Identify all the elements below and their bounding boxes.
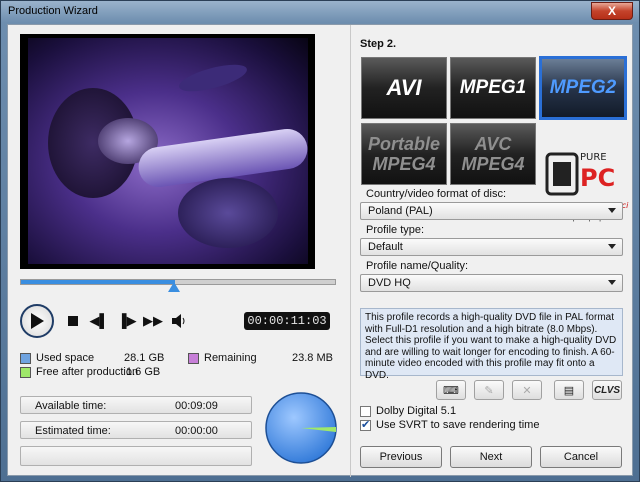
- add-profile-button[interactable]: ⌨: [436, 380, 466, 400]
- timeline-progress: [21, 280, 175, 284]
- format-avi-button[interactable]: AVI: [361, 57, 447, 119]
- close-button[interactable]: X: [591, 2, 633, 20]
- play-button[interactable]: [20, 304, 54, 338]
- svrt-checkbox[interactable]: Use SVRT to save rendering time: [360, 418, 540, 431]
- fast-forward-button[interactable]: ▶▶: [143, 312, 163, 330]
- format-portable-mpeg4-label: Portable MPEG4: [367, 134, 441, 174]
- title-bar[interactable]: Production Wizard X: [1, 1, 639, 23]
- dolby-checkbox-box[interactable]: [360, 405, 371, 417]
- video-frame: [28, 38, 310, 264]
- profile-list-button[interactable]: ▤: [554, 380, 584, 400]
- estimated-time-label: Estimated time:: [35, 425, 111, 437]
- available-time-box: Available time: 00:09:09: [20, 396, 252, 414]
- format-avi-label: AVI: [386, 75, 422, 100]
- window-title: Production Wizard: [8, 5, 98, 17]
- production-wizard-window: Production Wizard X ◀▌ ▐▶ ▶▶ 00:00:11:03: [0, 0, 640, 482]
- play-icon: [31, 313, 44, 329]
- used-space-legend: Used space: [20, 351, 94, 365]
- list-icon: ▤: [563, 384, 575, 397]
- profile-name-value: DVD HQ: [368, 277, 411, 289]
- step-back-icon: ◀▌: [89, 313, 109, 328]
- disk-usage-pie: [265, 392, 337, 464]
- cancel-button[interactable]: Cancel: [540, 446, 622, 468]
- next-button[interactable]: Next: [450, 446, 532, 468]
- available-time-value: 00:09:09: [175, 400, 218, 412]
- remaining-legend: Remaining: [188, 351, 257, 365]
- chevron-down-icon: [608, 208, 616, 213]
- format-mpeg2-label: MPEG2: [549, 77, 617, 98]
- progress-box: [20, 446, 252, 466]
- previous-frame-button[interactable]: ◀▌: [89, 312, 109, 330]
- free-space-label: Free after production: [36, 366, 139, 378]
- next-frame-button[interactable]: ▐▶: [117, 312, 137, 330]
- estimated-time-box: Estimated time: 00:00:00: [20, 421, 252, 439]
- remaining-label: Remaining: [204, 352, 257, 364]
- dolby-label: Dolby Digital 5.1: [376, 405, 457, 417]
- chevron-down-icon: [608, 244, 616, 249]
- country-label: Country/video format of disc:: [366, 188, 507, 200]
- step-title: Step 2.: [360, 38, 397, 50]
- format-avc-mpeg4-label: AVC MPEG4: [461, 134, 525, 174]
- format-mpeg1-label: MPEG1: [459, 77, 527, 98]
- format-portable-mpeg4-button[interactable]: Portable MPEG4: [361, 123, 447, 185]
- timecode-display: 00:00:11:03: [244, 312, 330, 330]
- remaining-value: 23.8 MB: [292, 352, 333, 364]
- delete-icon: ✕: [522, 384, 532, 397]
- pencil-icon: ✎: [484, 384, 494, 397]
- used-space-swatch: [20, 352, 31, 364]
- free-space-value: 1.6 GB: [126, 366, 161, 378]
- chevron-down-icon: [608, 280, 616, 285]
- dolby-checkbox[interactable]: Dolby Digital 5.1: [360, 405, 456, 417]
- free-space-legend: Free after production: [20, 365, 138, 379]
- step-forward-icon: ▐▶: [117, 313, 137, 328]
- country-select[interactable]: Poland (PAL): [360, 202, 623, 220]
- delete-profile-button[interactable]: ✕: [512, 380, 542, 400]
- profile-name-select[interactable]: DVD HQ: [360, 274, 623, 292]
- used-space-label: Used space: [36, 352, 95, 364]
- profile-type-label: Profile type:: [366, 224, 425, 236]
- used-space-value: 28.1 GB: [124, 352, 165, 364]
- profile-name-label: Profile name/Quality:: [366, 260, 469, 272]
- stop-icon: [68, 316, 78, 326]
- timeline-thumb[interactable]: [168, 282, 180, 292]
- clvs-button[interactable]: CLVS: [592, 380, 622, 400]
- svrt-label: Use SVRT to save rendering time: [376, 419, 540, 431]
- free-space-swatch: [20, 366, 31, 378]
- stop-button[interactable]: [64, 312, 82, 330]
- svg-text:PC: PC: [580, 164, 615, 192]
- video-preview: [20, 34, 315, 269]
- panel-divider: [350, 25, 351, 477]
- profile-type-select[interactable]: Default: [360, 238, 623, 256]
- country-value: Poland (PAL): [368, 205, 433, 217]
- speaker-icon: [172, 314, 185, 328]
- keyboard-icon: ⌨: [443, 384, 459, 397]
- format-mpeg1-button[interactable]: MPEG1: [450, 57, 536, 119]
- profile-type-value: Default: [368, 241, 403, 253]
- wizard-body: ◀▌ ▐▶ ▶▶ 00:00:11:03 Used space 28.1 GB …: [7, 24, 633, 477]
- estimated-time-value: 00:00:00: [175, 425, 218, 437]
- remaining-swatch: [188, 352, 199, 364]
- previous-button[interactable]: Previous: [360, 446, 442, 468]
- format-avc-mpeg4-button[interactable]: AVC MPEG4: [450, 123, 536, 185]
- fast-forward-icon: ▶▶: [143, 313, 163, 328]
- profile-description: This profile records a high-quality DVD …: [360, 308, 623, 381]
- edit-profile-button[interactable]: ✎: [474, 380, 504, 400]
- svrt-checkbox-box[interactable]: [360, 418, 371, 431]
- svg-text:PURE: PURE: [580, 152, 607, 163]
- format-mpeg2-button[interactable]: MPEG2: [539, 56, 627, 120]
- volume-button[interactable]: [170, 312, 188, 330]
- available-time-label: Available time:: [35, 400, 107, 412]
